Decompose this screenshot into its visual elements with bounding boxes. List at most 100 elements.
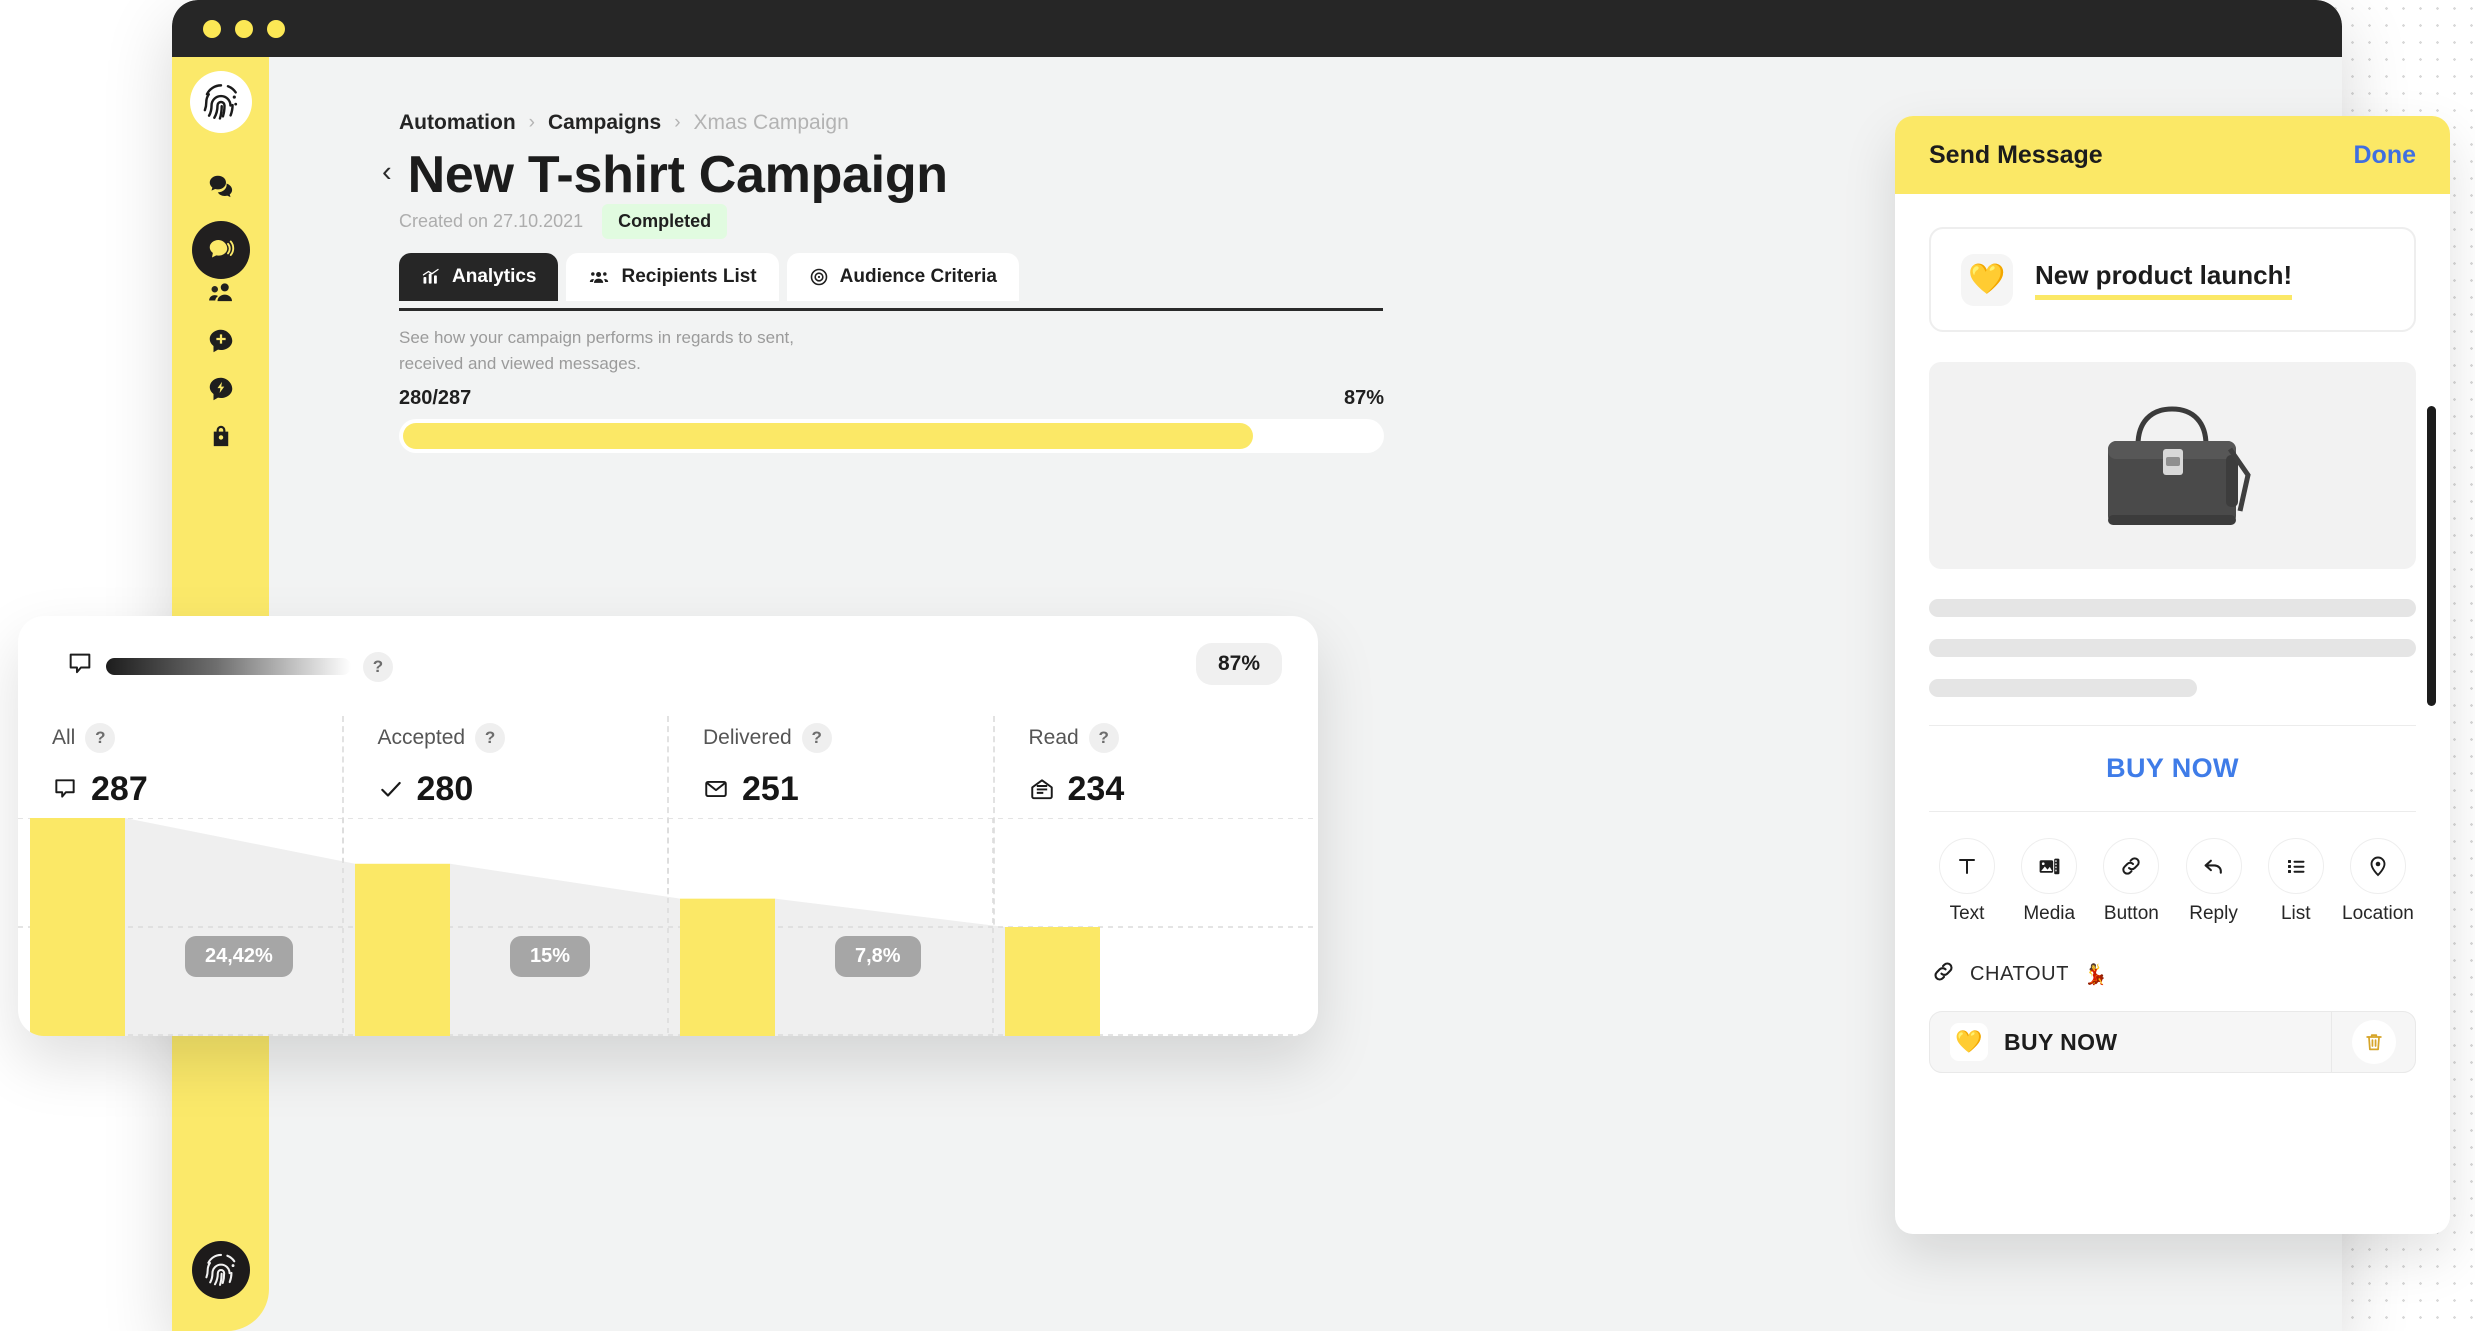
tab-audience-criteria[interactable]: Audience Criteria (786, 253, 1019, 301)
campaign-meta: Created on 27.10.2021 Completed (399, 204, 728, 239)
tab-underline (399, 308, 1383, 311)
tool-text-label: Text (1949, 903, 1985, 924)
bar-chart-icon (421, 267, 441, 287)
status-badge: Completed (602, 204, 728, 239)
page-title-row: ‹ New T-shirt Campaign (382, 145, 948, 205)
funnel-label-all: All (52, 726, 76, 749)
drop-pill-1: 24,42% (185, 936, 293, 977)
target-icon (809, 267, 829, 287)
drop-pill-3: 7,8% (835, 936, 921, 977)
text-icon (1939, 838, 1995, 894)
tool-reply-label: Reply (2189, 903, 2238, 924)
tool-location-label: Location (2342, 903, 2414, 924)
tool-reply[interactable]: Reply (2178, 838, 2250, 925)
gradient-bar (106, 658, 351, 675)
back-chevron-icon[interactable]: ‹ (382, 157, 392, 193)
buy-now-button-row[interactable]: 💛 BUY NOW (1929, 1011, 2416, 1073)
delete-button[interactable] (2331, 1012, 2415, 1072)
divider (1929, 725, 2416, 726)
panel-scrollbar[interactable] (2427, 406, 2436, 706)
tool-list-label: List (2280, 903, 2311, 924)
tab-analytics-label: Analytics (452, 266, 537, 287)
location-pin-icon (2349, 838, 2406, 894)
window-maximize-dot[interactable] (267, 20, 285, 38)
preview-buy-now-link[interactable]: BUY NOW (1895, 753, 2450, 784)
funnel-chart: 24,42% 15% 7,8% (18, 817, 1318, 1036)
sidebar-item-chats[interactable] (198, 164, 244, 210)
progress-header: 280/287 87% (399, 387, 1384, 410)
fingerprint-avatar-icon[interactable] (192, 1241, 250, 1299)
message-input-row[interactable]: 💛 New product launch! (1929, 227, 2416, 332)
window-minimize-dot[interactable] (235, 20, 253, 38)
help-icon[interactable]: ? (801, 723, 832, 753)
chatout-section: CHATOUT 💃 (1931, 959, 2450, 989)
breadcrumb-item-automation[interactable]: Automation (399, 111, 516, 135)
progress-ratio: 280/287 (399, 387, 472, 409)
breadcrumb-item-campaigns[interactable]: Campaigns (548, 111, 661, 135)
tool-media-label: Media (2023, 903, 2076, 924)
help-icon[interactable]: ? (85, 723, 116, 753)
sidebar-item-automation[interactable] (198, 366, 244, 412)
chat-bubble-icon (52, 776, 78, 802)
product-image (1929, 362, 2416, 569)
skeleton-line (1929, 679, 2197, 697)
breadcrumb-item-current: Xmas Campaign (693, 111, 849, 134)
funnel-label-accepted: Accepted (377, 726, 466, 749)
message-input-value[interactable]: New product launch! (2035, 260, 2293, 300)
funnel-chart-svg (18, 817, 1318, 1036)
envelope-open-icon (1029, 776, 1055, 802)
tool-list[interactable]: List (2260, 838, 2332, 925)
handbag-illustration (2108, 406, 2251, 525)
link-icon (2103, 838, 2160, 894)
skeleton-line (1929, 639, 2416, 657)
tool-location[interactable]: Location (2342, 838, 2414, 925)
tool-media[interactable]: Media (2013, 838, 2085, 925)
fingerprint-logo-icon[interactable] (190, 71, 252, 133)
funnel-value-read: 234 (1067, 769, 1125, 808)
done-button[interactable]: Done (2354, 141, 2417, 170)
check-icon (378, 776, 404, 802)
list-icon (2267, 838, 2324, 894)
funnel-label-read: Read (1028, 726, 1079, 749)
link-icon (1931, 959, 1956, 989)
funnel-label-delivered: Delivered (703, 726, 792, 749)
tab-recipients-list[interactable]: Recipients List (566, 253, 779, 301)
help-icon[interactable]: ? (363, 651, 393, 682)
panel-title: Send Message (1929, 140, 2103, 169)
chevron-right-icon: › (674, 112, 681, 133)
funnel-value-delivered: 251 (742, 769, 799, 808)
skeleton-line (1929, 599, 2416, 617)
message-tools: Text Media Button Reply List Location (1895, 812, 2450, 925)
people-icon (588, 267, 610, 287)
tab-recipients-list-label: Recipients List (621, 266, 757, 287)
panel-header: Send Message Done (1895, 116, 2450, 194)
tool-text[interactable]: Text (1931, 838, 2003, 925)
help-icon[interactable]: ? (475, 723, 506, 753)
buy-now-button-main[interactable]: 💛 BUY NOW (1930, 1012, 2331, 1072)
overall-percent-badge: 87% (1195, 643, 1282, 685)
tool-button[interactable]: Button (2095, 838, 2167, 925)
tool-button-label: Button (2103, 903, 2159, 924)
tab-analytics[interactable]: Analytics (399, 253, 559, 301)
help-icon[interactable]: ? (1088, 723, 1119, 753)
funnel-value-accepted: 280 (416, 769, 474, 808)
media-icon (2021, 838, 2078, 894)
sidebar-item-shop[interactable] (198, 414, 244, 460)
funnel-value-all: 287 (91, 769, 148, 808)
progress-bar-fill (403, 423, 1253, 449)
analytics-description: See how your campaign performs in regard… (399, 328, 794, 374)
sidebar-item-new-chat[interactable] (198, 318, 244, 364)
send-message-panel: Send Message Done 💛 New product launch! … (1895, 116, 2450, 1234)
breadcrumb: Automation › Campaigns › Xmas Campaign (399, 111, 849, 135)
chatout-label: CHATOUT (1970, 962, 2070, 985)
chevron-right-icon: › (528, 112, 535, 133)
analytics-card: ? 87% All ? 287 Accepted ? 280 Delivered… (18, 616, 1318, 1036)
envelope-icon (703, 776, 729, 802)
window-close-dot[interactable] (203, 20, 221, 38)
chat-bubble-icon (66, 650, 94, 683)
sidebar-item-audience[interactable] (198, 270, 244, 316)
tab-bar: Analytics Recipients List Audience Crite… (399, 253, 1019, 301)
window-titlebar (172, 0, 2342, 57)
created-date: Created on 27.10.2021 (399, 211, 584, 231)
screenshot-root: Automation › Campaigns › Xmas Campaign ‹… (0, 0, 2475, 1331)
